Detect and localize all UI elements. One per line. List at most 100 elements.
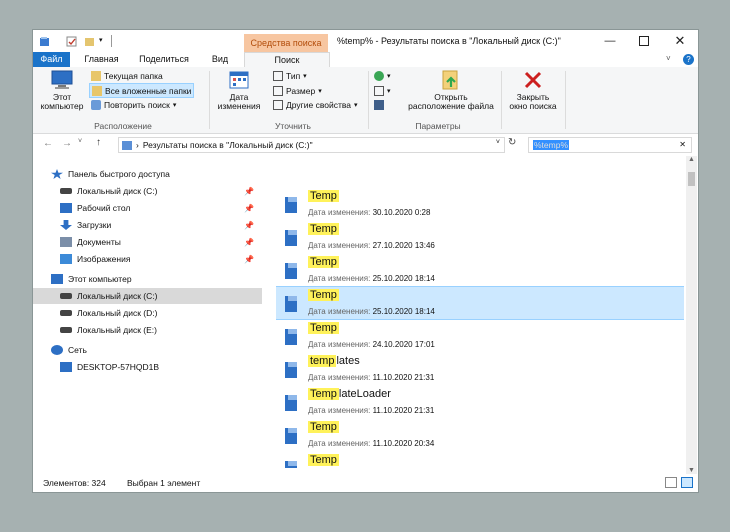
desktop-folder-icon bbox=[60, 203, 72, 213]
search-again-button[interactable]: Повторить поиск ▾ bbox=[91, 98, 176, 111]
tab-home[interactable]: Главная bbox=[79, 52, 124, 67]
result-name-rest: lateLoader bbox=[338, 388, 391, 400]
results-list: Temp Дата изменения: 30.10.2020 0:28 Temp Д… bbox=[276, 156, 684, 468]
refresh-icon[interactable]: ↻ bbox=[508, 137, 516, 148]
recent-locations-icon[interactable]: ˅ bbox=[78, 138, 82, 145]
recent-searches-icon bbox=[374, 70, 384, 81]
recent-searches-button[interactable]: ▾ bbox=[374, 69, 391, 82]
result-item[interactable]: Temp Дата изменения: 25.10.2020 18:14 bbox=[276, 286, 684, 320]
scroll-thumb[interactable] bbox=[688, 172, 695, 186]
new-folder-icon[interactable] bbox=[84, 36, 95, 47]
address-bar[interactable]: › Результаты поиска в "Локальный диск (C… bbox=[118, 137, 505, 153]
qa-dropdown-icon[interactable]: ▾ bbox=[99, 36, 103, 44]
scroll-down-icon[interactable]: ▼ bbox=[688, 467, 695, 474]
date-value: 25.10.2020 18:14 bbox=[372, 307, 435, 316]
date-label: Дата изменения: bbox=[308, 241, 371, 250]
result-date: Дата изменения: 25.10.2020 18:14 bbox=[308, 307, 435, 316]
scroll-up-icon[interactable]: ▲ bbox=[688, 156, 695, 163]
result-item[interactable]: temp lates Дата изменения: 11.10.2020 21:3… bbox=[276, 353, 684, 385]
date-modified-button[interactable]: Дата изменения bbox=[216, 69, 262, 111]
help-icon[interactable]: ? bbox=[683, 54, 694, 65]
result-item[interactable]: Temp Дата изменения: 30.10.2020 0:28 bbox=[276, 188, 684, 220]
nav-item[interactable]: Документы 📌 bbox=[33, 234, 262, 250]
nav-item[interactable]: Панель быстрого доступа bbox=[33, 166, 262, 182]
clear-search-icon[interactable]: ✕ bbox=[679, 140, 686, 149]
other-properties-label: Другие свойства bbox=[286, 99, 352, 110]
up-arrow-icon[interactable]: ↑ bbox=[96, 137, 101, 148]
properties-icon bbox=[273, 99, 283, 110]
chevron-down-icon: ▾ bbox=[387, 87, 391, 95]
all-subfolders-button[interactable]: Все вложенные папки bbox=[89, 83, 195, 98]
refine-group-label: Уточнить bbox=[275, 121, 311, 131]
result-item[interactable]: Temp Дата изменения: 11.10.2020 20:34 bbox=[276, 419, 684, 451]
result-item[interactable]: Temp Дата изменения: 25.10.2020 18:14 bbox=[276, 254, 684, 286]
file-icon bbox=[285, 263, 297, 279]
tab-search[interactable]: Поиск bbox=[244, 52, 330, 68]
result-name-match: Temp bbox=[308, 388, 339, 400]
nav-item[interactable]: Этот компьютер bbox=[33, 271, 262, 287]
nav-item[interactable]: Локальный диск (C:) bbox=[33, 288, 262, 304]
close-window-button[interactable]: ✕ bbox=[663, 30, 697, 52]
nav-item-label: Локальный диск (C:) bbox=[77, 291, 158, 301]
nav-item[interactable]: Рабочий стол 📌 bbox=[33, 200, 262, 216]
tab-share[interactable]: Поделиться bbox=[136, 52, 192, 67]
type-button[interactable]: Тип ▾ bbox=[273, 69, 307, 82]
address-chevron-icon: › bbox=[136, 140, 139, 150]
search-input[interactable]: %temp% ✕ bbox=[528, 137, 692, 153]
search-again-icon bbox=[91, 99, 101, 110]
forward-arrow-icon[interactable]: → bbox=[62, 138, 72, 149]
pictures-icon bbox=[60, 254, 72, 264]
nav-item[interactable]: DESKTOP-57HQD1B bbox=[33, 359, 262, 375]
tab-view[interactable]: Вид bbox=[205, 52, 235, 67]
result-name: Temp bbox=[308, 223, 339, 235]
tiles-view-icon[interactable] bbox=[681, 477, 693, 488]
minimize-button[interactable]: — bbox=[593, 30, 627, 52]
properties-icon[interactable] bbox=[39, 36, 50, 47]
result-date: Дата изменения: 24.10.2020 17:01 bbox=[308, 340, 435, 349]
file-icon bbox=[285, 395, 297, 411]
save-search-button[interactable] bbox=[374, 98, 384, 111]
address-dropdown-icon[interactable]: ˅ bbox=[496, 139, 500, 146]
result-item[interactable]: Temp lateLoader Дата изменения: 11.10.2020… bbox=[276, 386, 684, 418]
vertical-scrollbar[interactable]: ▲ ▼ bbox=[686, 156, 697, 474]
result-item[interactable]: Temp Дата изменения: 24.10.2020 17:01 bbox=[276, 320, 684, 352]
this-pc-button[interactable]: Этот компьютер bbox=[37, 69, 87, 111]
close-search-button[interactable]: Закрыть окно поиска bbox=[503, 69, 563, 111]
current-folder-button[interactable]: Текущая папка bbox=[91, 69, 163, 82]
back-arrow-icon[interactable]: ← bbox=[43, 138, 53, 149]
ribbon-separator bbox=[565, 71, 566, 129]
chevron-down-icon: ▾ bbox=[387, 72, 391, 80]
nav-item[interactable]: Локальный диск (D:) bbox=[33, 305, 262, 321]
size-icon bbox=[273, 85, 283, 96]
open-file-location-button[interactable]: Открыть расположение файла bbox=[401, 69, 501, 111]
advanced-options-button[interactable]: ▾ bbox=[374, 84, 391, 97]
explorer-window: ▾ Средства поиска %temp% - Результаты по… bbox=[33, 30, 698, 492]
tab-file[interactable]: Файл bbox=[33, 52, 70, 67]
chevron-down-icon: ▾ bbox=[303, 72, 307, 80]
ribbon-tabs: Файл Главная Поделиться Вид Поиск ˅ ? bbox=[33, 52, 698, 68]
result-item[interactable]: TempДата изменения: 05.10.2020 23:51 bbox=[276, 452, 684, 468]
save-icon bbox=[374, 99, 384, 110]
other-properties-button[interactable]: Другие свойства ▾ bbox=[273, 98, 358, 111]
result-date: Дата изменения: 11.10.2020 20:34 bbox=[308, 439, 434, 448]
nav-item-label: Изображения bbox=[77, 254, 131, 264]
collapse-ribbon-icon[interactable]: ˅ bbox=[666, 54, 671, 63]
nav-item[interactable]: Локальный диск (E:) bbox=[33, 322, 262, 338]
maximize-button[interactable] bbox=[627, 30, 661, 52]
checkmark-doc-icon[interactable] bbox=[66, 36, 77, 47]
nav-item-label: Панель быстрого доступа bbox=[68, 169, 170, 179]
size-button[interactable]: Размер ▾ bbox=[273, 84, 322, 97]
details-view-icon[interactable] bbox=[665, 477, 677, 488]
nav-item[interactable]: Загрузки 📌 bbox=[33, 217, 262, 233]
close-search-icon bbox=[524, 71, 542, 89]
download-icon bbox=[60, 220, 72, 230]
result-name-match: Temp bbox=[308, 322, 339, 334]
nav-item[interactable]: Сеть bbox=[33, 342, 262, 358]
close-icon: ✕ bbox=[674, 33, 686, 48]
result-item[interactable]: Temp Дата изменения: 27.10.2020 13:46 bbox=[276, 221, 684, 253]
nav-item[interactable]: Локальный диск (C:) 📌 bbox=[33, 183, 262, 199]
nav-item[interactable]: Изображения 📌 bbox=[33, 251, 262, 267]
result-date: Дата изменения: 11.10.2020 21:31 bbox=[308, 406, 434, 415]
result-name-rest: lates bbox=[336, 355, 360, 367]
chevron-down-icon: ▾ bbox=[318, 87, 322, 95]
